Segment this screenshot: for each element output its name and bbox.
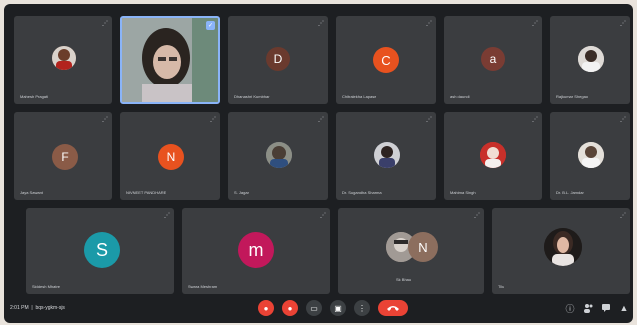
- activities-icon: ▲: [619, 303, 629, 313]
- meeting-control-bar: 2:01 PM | bqs-ygkm-sjs ● ● ▭ ▣ ⋮ ⓘ ▲: [4, 295, 633, 323]
- mic-muted-icon: ⋰: [318, 21, 324, 27]
- camera-toggle-button[interactable]: ●: [282, 300, 298, 316]
- mic-off-icon: ●: [263, 303, 269, 313]
- participant-tile[interactable]: ⋰ Rajkumar Shegao: [550, 16, 630, 104]
- avatar: m: [238, 232, 274, 268]
- participant-name: Swara Meshram: [188, 284, 218, 289]
- mic-muted-icon: ⋰: [102, 21, 108, 27]
- avatar: S: [84, 232, 120, 268]
- mic-muted-icon: ⋰: [102, 117, 108, 123]
- meeting-info: 2:01 PM | bqs-ygkm-sjs: [10, 305, 65, 311]
- participant-tile[interactable]: ⋰ Tilu: [492, 208, 630, 294]
- present-icon: ▣: [334, 303, 342, 313]
- mic-muted-icon: ⋰: [532, 21, 538, 27]
- participant-name: Dhanashri Kumbhar: [234, 94, 270, 99]
- meeting-window: ⋰ Mahesh Pragati ✓ ⋰ D Dhanashri Kumbhar: [4, 4, 633, 323]
- participant-tile-self[interactable]: ✓: [120, 16, 220, 104]
- avatar: N: [408, 232, 438, 262]
- person-photo-icon: [578, 46, 604, 72]
- avatar: [544, 228, 582, 266]
- end-call-icon: [387, 306, 399, 311]
- participant-tile[interactable]: ⋰ D Dhanashri Kumbhar: [228, 16, 328, 104]
- mic-muted-icon: ⋰: [620, 21, 626, 27]
- avatar: [480, 142, 506, 168]
- participant-tile[interactable]: ⋰ N NIVNEET PANDHARE: [120, 112, 220, 200]
- participant-grid: ⋰ Mahesh Pragati ✓ ⋰ D Dhanashri Kumbhar: [10, 12, 633, 294]
- avatar: C: [373, 47, 399, 73]
- participant-video: [122, 18, 218, 102]
- avatar: a: [481, 47, 505, 71]
- participant-name: Rajkumar Shegao: [556, 94, 589, 99]
- participant-tile[interactable]: ⋰ Mahima Singh: [444, 112, 542, 200]
- avatar: N: [158, 144, 184, 170]
- camera-off-icon: ●: [287, 303, 293, 313]
- participant-name: Jaya Sawant: [20, 190, 43, 195]
- people-icon: [584, 304, 593, 313]
- participant-tile[interactable]: ⋰ C Chitralekha Lapase: [336, 16, 436, 104]
- mic-muted-icon: ⋰: [532, 117, 538, 123]
- person-photo-icon: [266, 142, 292, 168]
- mic-toggle-button[interactable]: ●: [258, 300, 274, 316]
- participant-name: ash daundi: [450, 94, 470, 99]
- participant-tile[interactable]: ⋰ Mahesh Pragati: [14, 16, 112, 104]
- mic-muted-icon: ⋰: [210, 117, 216, 123]
- participant-name: Sk Bhau: [396, 277, 412, 282]
- person-photo-icon: [374, 142, 400, 168]
- avatar: [52, 46, 76, 70]
- participant-tile[interactable]: ⋰ m Swara Meshram: [182, 208, 330, 294]
- mic-muted-icon: ⋰: [620, 117, 626, 123]
- participant-name: Mahima Singh: [450, 190, 476, 195]
- avatar: [374, 142, 400, 168]
- more-options-icon: ⋮: [358, 303, 366, 313]
- mic-muted-icon: ⋰: [426, 21, 432, 27]
- mic-muted-icon: ⋰: [318, 117, 324, 123]
- participant-name: Siddesh Mhatre: [32, 284, 61, 289]
- person-photo-icon: [52, 46, 76, 70]
- avatar: [578, 142, 604, 168]
- participant-tile[interactable]: ⋰ S Siddesh Mhatre: [26, 208, 174, 294]
- chat-icon: [602, 304, 610, 312]
- meeting-details-button[interactable]: ⓘ: [564, 302, 576, 314]
- person-photo-icon: [544, 228, 582, 266]
- captions-icon: ▭: [310, 303, 318, 313]
- activities-button[interactable]: ▲: [618, 302, 630, 314]
- participant-name: Dr. B.L. Jamdar: [556, 190, 584, 195]
- captions-button[interactable]: ▭: [306, 300, 322, 316]
- avatar: D: [266, 47, 290, 71]
- participant-name: NIVNEET PANDHARE: [126, 190, 167, 195]
- participant-name: Chitralekha Lapase: [342, 94, 377, 99]
- chat-button[interactable]: [600, 302, 612, 314]
- mic-muted-icon: ⋰: [474, 213, 480, 219]
- mic-muted-icon: ⋰: [426, 117, 432, 123]
- mic-muted-icon: ⋰: [320, 213, 326, 219]
- mic-muted-icon: ⋰: [620, 213, 626, 219]
- participant-tile[interactable]: ⋰ Dr. Sugandha Sharma: [336, 112, 436, 200]
- more-options-button[interactable]: ⋮: [354, 300, 370, 316]
- participant-tile[interactable]: ⋰ Dr. B.L. Jamdar: [550, 112, 630, 200]
- participant-tile[interactable]: ⋰ F Jaya Sawant: [14, 112, 112, 200]
- participant-tile[interactable]: ⋰ S. Jagar: [228, 112, 328, 200]
- avatar: [266, 142, 292, 168]
- avatar: [578, 46, 604, 72]
- present-button[interactable]: ▣: [330, 300, 346, 316]
- meeting-time: 2:01 PM: [10, 305, 29, 311]
- participant-name: S. Jagar: [234, 190, 249, 195]
- participant-name: Mahesh Pragati: [20, 94, 49, 99]
- meeting-code: bqs-ygkm-sjs: [35, 305, 65, 311]
- mic-muted-icon: ⋰: [164, 213, 170, 219]
- leave-call-button[interactable]: [378, 300, 408, 316]
- info-icon: ⓘ: [565, 303, 575, 314]
- participant-name: Dr. Sugandha Sharma: [342, 190, 382, 195]
- participant-name: Tilu: [498, 284, 505, 289]
- participant-tile[interactable]: ⋰ a ash daundi: [444, 16, 542, 104]
- person-photo-icon: [578, 142, 604, 168]
- people-button[interactable]: [582, 302, 594, 314]
- participant-tile[interactable]: ⋰ N Sk Bhau: [338, 208, 484, 294]
- avatar-group: N: [386, 230, 446, 264]
- pin-icon[interactable]: ✓: [206, 21, 215, 30]
- avatar: F: [52, 144, 78, 170]
- person-photo-icon: [480, 142, 506, 168]
